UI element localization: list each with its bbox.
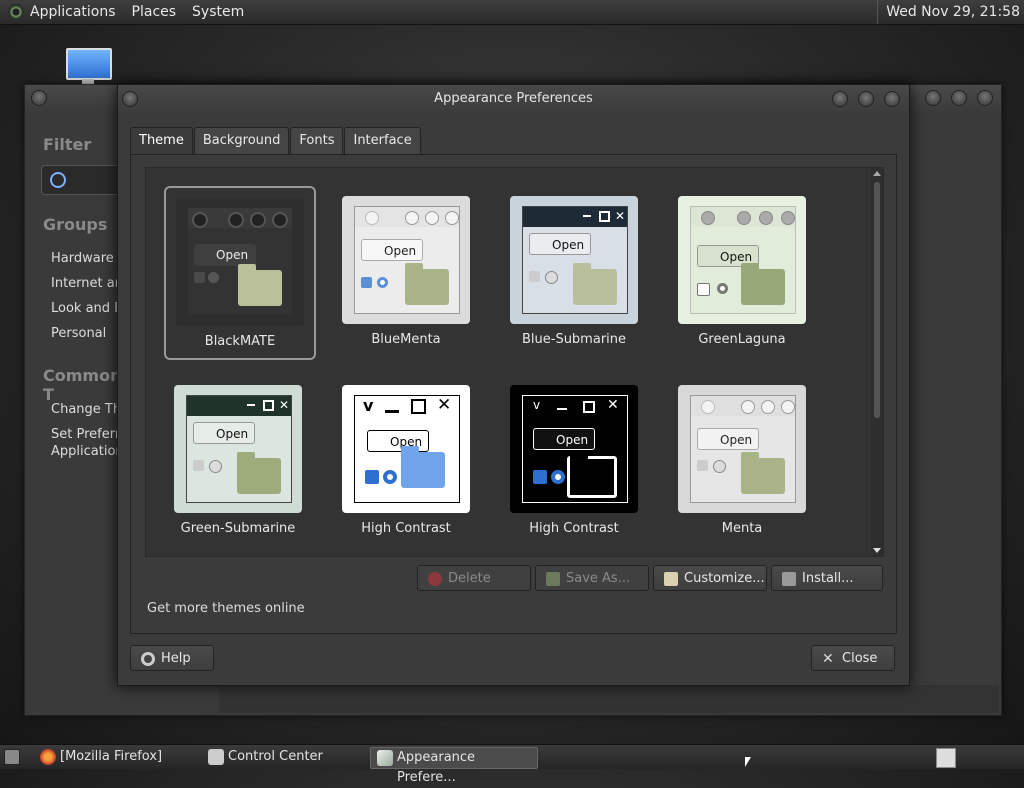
theme-name: BlackMATE bbox=[204, 334, 276, 349]
task-control-center[interactable]: Control Center bbox=[202, 747, 384, 767]
theme-preview: Open bbox=[678, 196, 806, 324]
group-look-and-feel[interactable]: Look and F bbox=[51, 301, 122, 316]
help-button[interactable]: Help bbox=[130, 645, 214, 671]
menu-places[interactable]: Places bbox=[132, 4, 177, 20]
top-panel: Applications Places System Wed Nov 29, 2… bbox=[0, 0, 1024, 25]
scroll-up-arrow-icon[interactable] bbox=[873, 171, 881, 176]
install-icon bbox=[782, 572, 796, 586]
tab-background[interactable]: Background bbox=[193, 127, 290, 154]
customize-button[interactable]: Customize... bbox=[653, 565, 767, 591]
maximize-icon[interactable] bbox=[951, 90, 967, 106]
group-hardware[interactable]: Hardware bbox=[51, 251, 114, 266]
clock[interactable]: Wed Nov 29, 21:58 bbox=[877, 0, 1020, 24]
more-themes-link[interactable]: Get more themes online bbox=[147, 601, 305, 616]
control-center-icon bbox=[208, 749, 224, 765]
delete-icon bbox=[428, 572, 442, 586]
theme-preview: ✕ Open bbox=[510, 196, 638, 324]
theme-name: High Contrast bbox=[361, 521, 451, 536]
save-as-button[interactable]: Save As... bbox=[535, 565, 649, 591]
theme-preview: v ✕ Open bbox=[510, 385, 638, 513]
save-icon bbox=[546, 572, 560, 586]
filter-search-input[interactable] bbox=[41, 165, 123, 195]
window-menu-icon[interactable] bbox=[122, 91, 138, 107]
minimize-icon[interactable] bbox=[925, 90, 941, 106]
minimize-icon[interactable] bbox=[832, 91, 848, 107]
theme-preview: Open bbox=[678, 385, 806, 513]
computer-desktop-icon[interactable] bbox=[64, 46, 112, 84]
theme-name: GreenLaguna bbox=[698, 332, 786, 347]
menu-applications[interactable]: Applications bbox=[30, 4, 116, 20]
group-internet[interactable]: Internet an bbox=[51, 276, 123, 291]
close-icon[interactable] bbox=[977, 90, 993, 106]
scroll-thumb[interactable] bbox=[874, 182, 880, 418]
theme-item-high-contrast[interactable]: v ✕ Open High Contrast bbox=[332, 375, 480, 545]
theme-name: Menta bbox=[721, 521, 763, 536]
customize-icon bbox=[664, 572, 678, 586]
theme-item-green-submarine[interactable]: ✕ Open Green-Submarine bbox=[164, 375, 312, 545]
group-personal[interactable]: Personal bbox=[51, 326, 106, 341]
tab-bar: Theme Background Fonts Interface bbox=[130, 127, 422, 155]
theme-item-greenlaguna[interactable]: Open GreenLaguna bbox=[668, 186, 816, 356]
mate-logo-icon[interactable] bbox=[8, 4, 24, 20]
help-icon bbox=[141, 652, 155, 666]
scroll-down-arrow-icon[interactable] bbox=[873, 548, 881, 553]
theme-item-high-contrast-inverse[interactable]: v ✕ Open High Contrast bbox=[500, 375, 648, 545]
appearance-icon bbox=[377, 750, 393, 766]
theme-name: Blue-Submarine bbox=[521, 332, 627, 347]
theme-list[interactable]: Open BlackMATE Open BlueMenta ✕ Open Blu… bbox=[145, 167, 884, 557]
close-icon: ✕ bbox=[822, 651, 834, 667]
tab-theme[interactable]: Theme bbox=[130, 127, 193, 155]
close-button[interactable]: ✕ Close bbox=[811, 645, 895, 671]
workspace-switcher[interactable] bbox=[936, 748, 956, 768]
theme-preview: Open bbox=[176, 198, 304, 326]
theme-name: High Contrast bbox=[529, 521, 619, 536]
tab-interface[interactable]: Interface bbox=[344, 127, 421, 154]
bottom-panel: [Mozilla Firefox] Control Center Appeara… bbox=[0, 744, 1024, 785]
common-tasks-heading: Common T bbox=[43, 366, 122, 404]
tab-fonts[interactable]: Fonts bbox=[290, 127, 344, 154]
delete-button[interactable]: Delete bbox=[417, 565, 531, 591]
install-button[interactable]: Install... bbox=[771, 565, 883, 591]
theme-name: BlueMenta bbox=[371, 332, 441, 347]
theme-preview: v ✕ Open bbox=[342, 385, 470, 513]
theme-preview: Open bbox=[342, 196, 470, 324]
task-firefox[interactable]: [Mozilla Firefox] bbox=[34, 747, 216, 767]
theme-name: Green-Submarine bbox=[180, 521, 296, 536]
theme-preview: ✕ Open bbox=[174, 385, 302, 513]
task-appearance-preferences[interactable]: Appearance Prefere... bbox=[370, 747, 538, 785]
menu-system[interactable]: System bbox=[192, 4, 244, 20]
appearance-preferences-dialog: Appearance Preferences Theme Background … bbox=[117, 84, 910, 686]
control-center-sidebar: Filter Groups Hardware Internet an Look … bbox=[25, 111, 128, 714]
maximize-icon[interactable] bbox=[858, 91, 874, 107]
theme-item-bluementa[interactable]: Open BlueMenta bbox=[332, 186, 480, 356]
theme-item-blue-submarine[interactable]: ✕ Open Blue-Submarine bbox=[500, 186, 648, 356]
close-icon[interactable] bbox=[884, 91, 900, 107]
theme-item-blackmate[interactable]: Open BlackMATE bbox=[164, 186, 316, 360]
show-desktop-icon[interactable] bbox=[4, 749, 20, 765]
theme-list-scrollbar[interactable] bbox=[871, 168, 883, 556]
search-icon bbox=[50, 172, 66, 188]
dialog-title: Appearance Preferences bbox=[118, 85, 909, 113]
mouse-pointer-icon bbox=[745, 757, 751, 767]
window-menu-icon[interactable] bbox=[31, 90, 47, 106]
firefox-icon bbox=[40, 749, 56, 765]
control-center-footer bbox=[219, 685, 999, 713]
groups-heading: Groups bbox=[43, 215, 108, 234]
task-change-theme[interactable]: Change Th bbox=[51, 402, 121, 417]
filter-heading: Filter bbox=[43, 135, 92, 154]
task-applications[interactable]: Application bbox=[51, 444, 124, 459]
theme-tab-panel: Open BlackMATE Open BlueMenta ✕ Open Blu… bbox=[130, 154, 897, 634]
theme-item-menta[interactable]: Open Menta bbox=[668, 375, 816, 545]
